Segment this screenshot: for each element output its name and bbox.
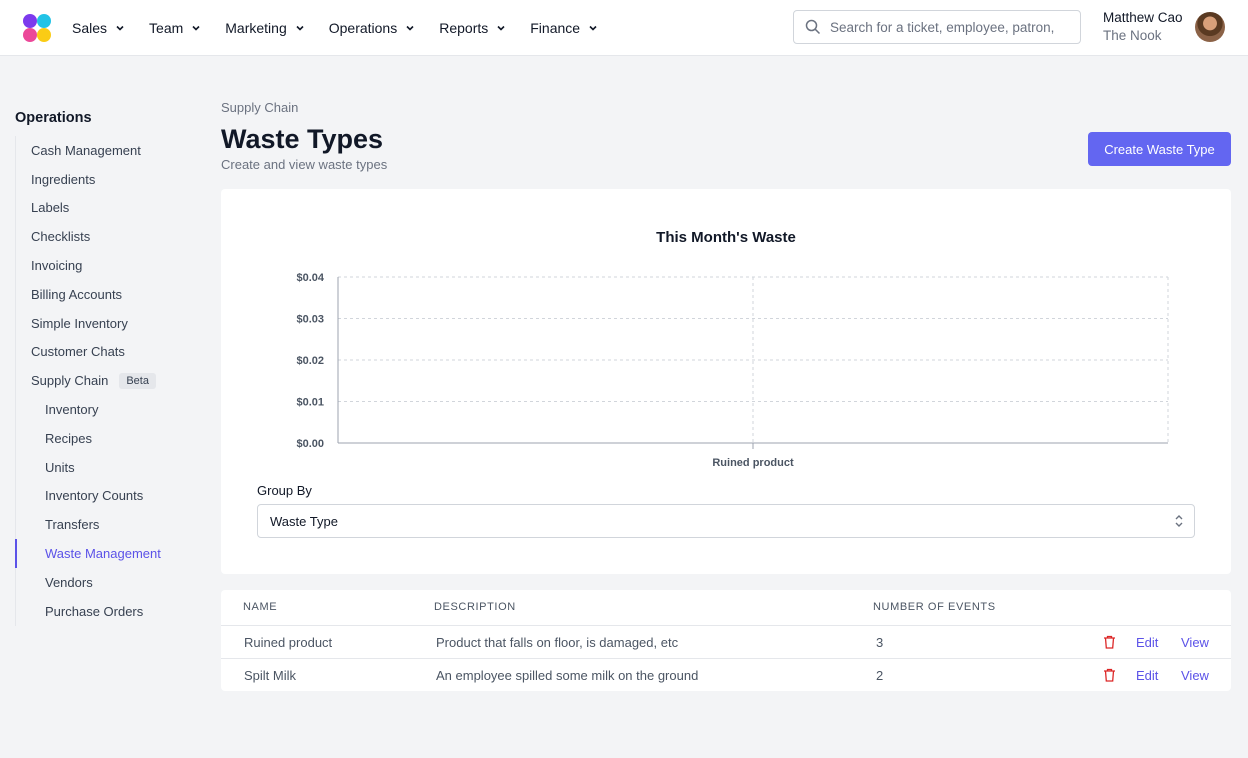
create-waste-type-button[interactable]: Create Waste Type	[1088, 132, 1231, 166]
sidebar-item-ingredients[interactable]: Ingredients	[16, 165, 195, 194]
search-input[interactable]	[830, 19, 1058, 35]
sidebar-item-billing-accounts[interactable]: Billing Accounts	[16, 280, 195, 309]
sidebar-item-labels[interactable]: Labels	[16, 194, 195, 223]
row-name: Ruined product	[244, 635, 333, 650]
edit-link[interactable]: Edit	[1136, 668, 1158, 683]
column-header-description[interactable]: DESCRIPTION	[434, 601, 516, 613]
app-logo-icon[interactable]	[20, 11, 54, 45]
chart-y-tick-label: $0.00	[296, 438, 324, 450]
table-row: Ruined product Product that falls on flo…	[221, 626, 1231, 659]
sidebar-item-recipes[interactable]: Recipes	[16, 424, 195, 453]
nav-marketing-label: Marketing	[225, 20, 287, 36]
column-header-events[interactable]: NUMBER OF EVENTS	[873, 601, 996, 613]
nav-reports[interactable]: Reports	[439, 20, 506, 36]
row-events: 2	[876, 668, 884, 683]
waste-types-table: NAME DESCRIPTION NUMBER OF EVENTS Ruined…	[221, 590, 1231, 691]
group-by-label: Group By	[257, 483, 312, 498]
group-by-value: Waste Type	[270, 513, 338, 529]
nav-sales[interactable]: Sales	[72, 20, 125, 36]
sidebar-item-simple-inventory[interactable]: Simple Inventory	[16, 309, 195, 338]
main-nav: Sales Team Marketing Operations Reports …	[72, 0, 622, 56]
row-name: Spilt Milk	[244, 668, 297, 683]
sidebar-item-label: Ingredients	[31, 171, 96, 187]
chevron-down-icon	[192, 25, 200, 31]
sidebar-item-inventory[interactable]: Inventory	[16, 395, 195, 424]
page-title: Waste Types	[221, 124, 384, 154]
beta-badge: Beta	[119, 372, 156, 389]
row-events: 3	[876, 635, 884, 650]
select-updown-icon	[1175, 515, 1183, 527]
nav-team[interactable]: Team	[149, 20, 201, 36]
sidebar-item-label: Customer Chats	[31, 344, 125, 360]
sidebar-item-supply-chain[interactable]: Supply Chain Beta	[16, 366, 195, 395]
chart-y-tick-label: $0.02	[296, 355, 324, 367]
top-navigation-bar: Sales Team Marketing Operations Reports …	[0, 0, 1248, 56]
chevron-down-icon	[296, 25, 304, 31]
chart-x-tick-label: Ruined product	[712, 457, 794, 469]
sidebar-title: Operations	[15, 110, 92, 126]
nav-finance-label: Finance	[530, 20, 581, 36]
sidebar-item-invoicing[interactable]: Invoicing	[16, 251, 195, 280]
sidebar-item-customer-chats[interactable]: Customer Chats	[16, 338, 195, 367]
sidebar-item-label: Inventory Counts	[45, 488, 144, 504]
chart-card: This Month's Waste $0.00 $0.01 $0.02 $0.03 $…	[221, 189, 1231, 574]
chart-y-tick-label: $0.04	[296, 272, 324, 284]
view-link[interactable]: View	[1181, 668, 1209, 683]
sidebar-item-vendors[interactable]: Vendors	[16, 568, 195, 597]
sidebar-item-label: Transfers	[45, 517, 100, 533]
sidebar-item-label: Checklists	[31, 229, 91, 245]
page-subtitle: Create and view waste types	[221, 157, 388, 172]
nav-team-label: Team	[149, 20, 184, 36]
nav-marketing[interactable]: Marketing	[225, 20, 304, 36]
chart-y-tick-label: $0.01	[296, 397, 324, 409]
sidebar-item-label: Cash Management	[31, 142, 141, 158]
chevron-down-icon	[497, 25, 505, 31]
sidebar-item-label: Purchase Orders	[45, 603, 144, 619]
sidebar-item-waste-management[interactable]: Waste Management	[15, 539, 195, 568]
avatar[interactable]	[1195, 12, 1225, 42]
search-icon	[805, 19, 821, 35]
sidebar-item-inventory-counts[interactable]: Inventory Counts	[16, 482, 195, 511]
sidebar-item-label: Vendors	[45, 574, 93, 590]
user-info[interactable]: Matthew Cao The Nook	[1103, 9, 1183, 45]
sidebar-item-label: Supply Chain	[31, 373, 109, 389]
view-link[interactable]: View	[1181, 635, 1209, 650]
chevron-down-icon	[589, 25, 597, 31]
nav-reports-label: Reports	[439, 20, 489, 36]
table-row: Spilt Milk An employee spilled some milk…	[221, 658, 1231, 691]
nav-finance[interactable]: Finance	[530, 20, 598, 36]
chart-y-tick-label: $0.03	[296, 314, 324, 326]
sidebar-item-label: Waste Management	[45, 546, 161, 562]
sidebar-item-checklists[interactable]: Checklists	[16, 222, 195, 251]
sidebar-item-label: Invoicing	[31, 258, 83, 274]
trash-icon[interactable]	[1103, 635, 1116, 649]
column-header-name[interactable]: NAME	[243, 601, 277, 613]
sidebar-item-transfers[interactable]: Transfers	[16, 510, 195, 539]
sidebar-item-label: Billing Accounts	[31, 286, 123, 302]
sidebar-item-cash-management[interactable]: Cash Management	[16, 136, 195, 165]
row-description: Product that falls on floor, is damaged,…	[436, 635, 679, 650]
sidebar-item-units[interactable]: Units	[16, 453, 195, 482]
user-organization: The Nook	[1103, 28, 1162, 43]
nav-sales-label: Sales	[72, 20, 108, 36]
nav-operations[interactable]: Operations	[329, 20, 415, 36]
group-by-select[interactable]: Waste Type	[257, 504, 1195, 538]
global-search	[793, 10, 1081, 44]
edit-link[interactable]: Edit	[1136, 635, 1158, 650]
sidebar-item-purchase-orders[interactable]: Purchase Orders	[16, 597, 195, 626]
chevron-down-icon	[116, 25, 124, 31]
sidebar-item-label: Labels	[31, 200, 70, 216]
sidebar-item-label: Recipes	[45, 430, 92, 446]
sidebar: Cash Management Ingredients Labels Check…	[15, 136, 195, 626]
sidebar-item-label: Inventory	[45, 402, 99, 418]
breadcrumb[interactable]: Supply Chain	[221, 100, 298, 115]
trash-icon[interactable]	[1103, 668, 1116, 682]
sidebar-item-label: Simple Inventory	[31, 315, 128, 331]
nav-operations-label: Operations	[328, 20, 398, 36]
waste-chart: $0.00 $0.01 $0.02 $0.03 $0.04 Ruined product	[296, 272, 1169, 469]
user-name: Matthew Cao	[1103, 10, 1183, 25]
row-description: An employee spilled some milk on the gro…	[436, 668, 699, 683]
sidebar-item-label: Units	[45, 459, 75, 475]
chevron-down-icon	[406, 25, 414, 31]
